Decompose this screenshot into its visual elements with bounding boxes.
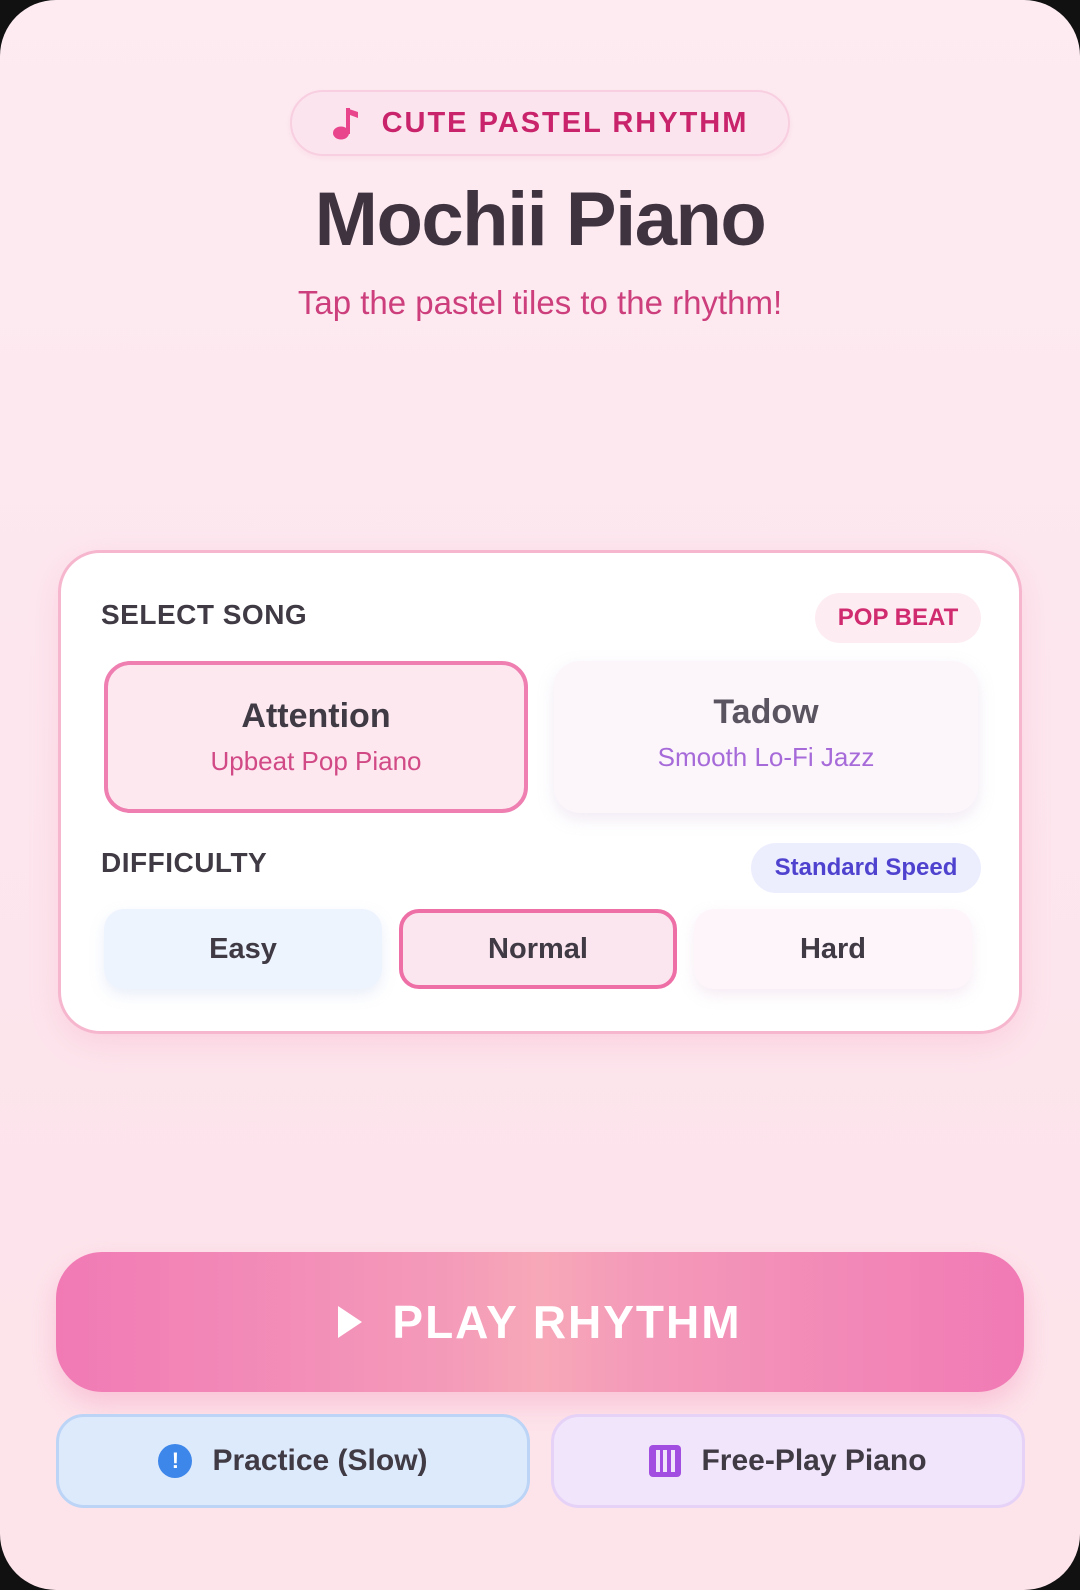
info-icon: ! bbox=[158, 1444, 193, 1478]
song-title: Tadow bbox=[713, 693, 819, 731]
free-play-button[interactable]: Free-Play Piano bbox=[551, 1414, 1025, 1508]
song-option-attention[interactable]: Attention Upbeat Pop Piano bbox=[104, 661, 528, 813]
difficulty-label: DIFFICULTY bbox=[101, 847, 268, 878]
header-badge-label: CUTE PASTEL RHYTHM bbox=[381, 106, 749, 139]
header-badge: CUTE PASTEL RHYTHM bbox=[290, 90, 790, 156]
play-rhythm-button[interactable]: PLAY RHYTHM bbox=[56, 1252, 1024, 1392]
select-song-label: SELECT SONG bbox=[101, 599, 308, 630]
song-option-tadow[interactable]: Tadow Smooth Lo-Fi Jazz bbox=[554, 661, 978, 813]
genre-tag: POP BEAT bbox=[815, 593, 981, 643]
app-subtitle: Tap the pastel tiles to the rhythm! bbox=[297, 284, 783, 321]
difficulty-hard-button[interactable]: Hard bbox=[694, 909, 972, 989]
song-subtitle: Upbeat Pop Piano bbox=[210, 746, 422, 776]
music-note-icon bbox=[332, 108, 358, 140]
difficulty-easy-button[interactable]: Easy bbox=[104, 909, 382, 989]
difficulty-normal-button[interactable]: Normal bbox=[399, 909, 677, 989]
piano-icon bbox=[649, 1445, 682, 1477]
practice-button[interactable]: ! Practice (Slow) bbox=[56, 1414, 530, 1508]
play-rhythm-label: PLAY RHYTHM bbox=[392, 1296, 742, 1348]
speed-tag: Standard Speed bbox=[751, 843, 981, 893]
app-screen: CUTE PASTEL RHYTHM Mochii Piano Tap the … bbox=[0, 0, 1080, 1590]
practice-label: Practice (Slow) bbox=[212, 1444, 428, 1477]
app-title: Mochii Piano bbox=[314, 177, 767, 262]
song-subtitle: Smooth Lo-Fi Jazz bbox=[657, 742, 875, 772]
settings-card: SELECT SONG POP BEAT Attention Upbeat Po… bbox=[58, 550, 1022, 1034]
play-icon bbox=[338, 1306, 363, 1338]
song-title: Attention bbox=[241, 697, 391, 735]
free-play-label: Free-Play Piano bbox=[701, 1444, 927, 1477]
